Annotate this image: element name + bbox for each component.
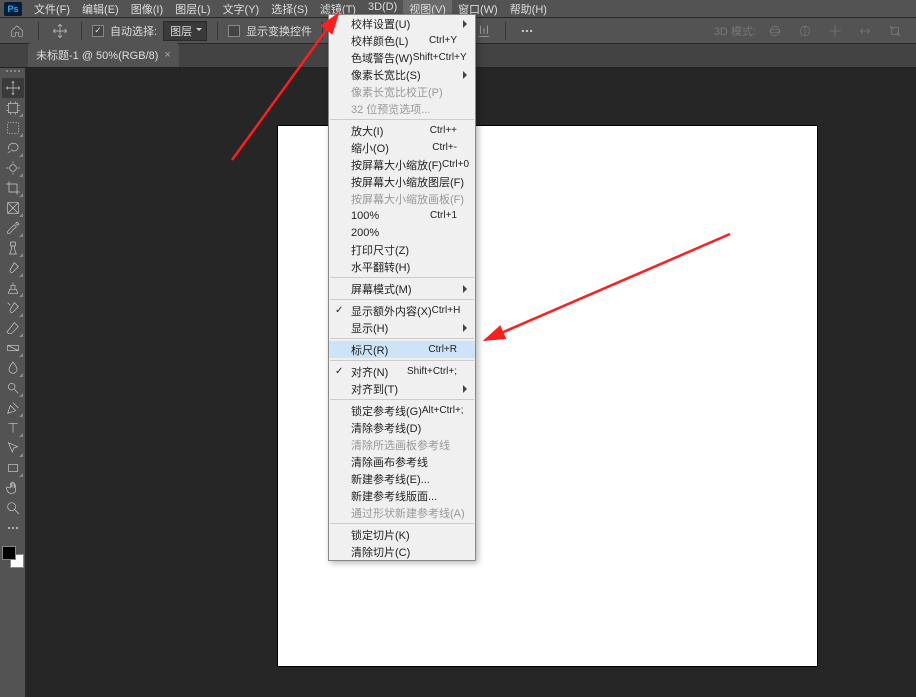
menu-row-按屏幕大小缩放画板: 按屏幕大小缩放画板(F) <box>329 190 475 207</box>
3d-orbit-icon <box>764 21 786 41</box>
3d-pan-icon <box>824 21 846 41</box>
toolbox-grip-icon[interactable] <box>4 70 22 74</box>
menu-row-缩小[interactable]: 缩小(O)Ctrl+- <box>329 139 475 156</box>
menu-row-清除所选画板参考线: 清除所选画板参考线 <box>329 436 475 453</box>
menu-row-清除参考线[interactable]: 清除参考线(D) <box>329 419 475 436</box>
menu-row-打印尺寸[interactable]: 打印尺寸(Z) <box>329 241 475 258</box>
menu-row-对齐[interactable]: ✓对齐(N)Shift+Ctrl+; <box>329 363 475 380</box>
3d-slide-icon <box>854 21 876 41</box>
path-select-tool[interactable] <box>2 438 24 458</box>
crop-tool[interactable] <box>2 178 24 198</box>
menu-row-按屏幕大小缩放图层[interactable]: 按屏幕大小缩放图层(F) <box>329 173 475 190</box>
auto-select-checkbox[interactable] <box>92 25 104 37</box>
artboard-tool[interactable] <box>2 98 24 118</box>
menu-item-帮助[interactable]: 帮助(H) <box>504 0 553 19</box>
zoom-tool[interactable] <box>2 498 24 518</box>
menu-row-锁定参考线[interactable]: 锁定参考线(G)Alt+Ctrl+; <box>329 402 475 419</box>
app-logo: Ps <box>4 2 22 16</box>
menu-row-像素长宽比[interactable]: 像素长宽比(S) <box>329 66 475 83</box>
view-menu-dropdown: 校样设置(U)校样颜色(L)Ctrl+Y色域警告(W)Shift+Ctrl+Y像… <box>328 14 476 561</box>
eraser-tool[interactable] <box>2 318 24 338</box>
type-tool[interactable] <box>2 418 24 438</box>
foreground-swatch[interactable] <box>2 546 16 560</box>
menu-row-通过形状新建参考线: 通过形状新建参考线(A) <box>329 504 475 521</box>
menu-row-清除切片[interactable]: 清除切片(C) <box>329 543 475 560</box>
menu-row-清除画布参考线[interactable]: 清除画布参考线 <box>329 453 475 470</box>
menu-item-图层[interactable]: 图层(L) <box>169 0 216 19</box>
move-tool-icon[interactable] <box>49 21 71 41</box>
dodge-tool[interactable] <box>2 378 24 398</box>
rect-marquee-tool[interactable] <box>2 118 24 138</box>
menu-row-对齐到[interactable]: 对齐到(T) <box>329 380 475 397</box>
menu-row-标尺[interactable]: 标尺(R)Ctrl+R <box>329 341 475 358</box>
menu-item-选择[interactable]: 选择(S) <box>265 0 314 19</box>
brush-tool[interactable] <box>2 258 24 278</box>
auto-select-target-combo[interactable]: 图层 <box>163 21 207 41</box>
menu-row-200%[interactable]: 200% <box>329 224 475 241</box>
close-tab-icon[interactable]: × <box>164 49 170 61</box>
menu-row-色域警告[interactable]: 色域警告(W)Shift+Ctrl+Y <box>329 49 475 66</box>
menu-row-校样设置[interactable]: 校样设置(U) <box>329 15 475 32</box>
menu-row-32 位预览选项: 32 位预览选项... <box>329 100 475 117</box>
3d-scale-icon <box>884 21 906 41</box>
menu-row-按屏幕大小缩放[interactable]: 按屏幕大小缩放(F)Ctrl+0 <box>329 156 475 173</box>
show-transform-checkbox[interactable] <box>228 25 240 37</box>
toolbox <box>0 68 26 697</box>
menu-row-水平翻转[interactable]: 水平翻转(H) <box>329 258 475 275</box>
edit-toolbar[interactable] <box>2 518 24 538</box>
hand-tool[interactable] <box>2 478 24 498</box>
3d-roll-icon <box>794 21 816 41</box>
menu-row-锁定切片[interactable]: 锁定切片(K) <box>329 526 475 543</box>
menu-item-编辑[interactable]: 编辑(E) <box>76 0 125 19</box>
home-icon[interactable] <box>6 21 28 41</box>
pen-tool[interactable] <box>2 398 24 418</box>
gradient-tool[interactable] <box>2 338 24 358</box>
menu-row-显示[interactable]: 显示(H) <box>329 319 475 336</box>
show-transform-label: 显示变换控件 <box>246 23 312 39</box>
mode-3d-label: 3D 模式: <box>714 23 756 39</box>
align-bottom-icon[interactable] <box>473 21 495 41</box>
lasso-tool[interactable] <box>2 138 24 158</box>
document-tab-title: 未标题-1 @ 50%(RGB/8) <box>36 47 158 63</box>
menu-row-放大[interactable]: 放大(I)Ctrl++ <box>329 122 475 139</box>
menu-row-100%[interactable]: 100%Ctrl+1 <box>329 207 475 224</box>
clone-stamp-tool[interactable] <box>2 278 24 298</box>
quick-select-tool[interactable] <box>2 158 24 178</box>
menu-item-图像[interactable]: 图像(I) <box>125 0 169 19</box>
frame-tool[interactable] <box>2 198 24 218</box>
rectangle-tool[interactable] <box>2 458 24 478</box>
move-tool[interactable] <box>2 78 24 98</box>
blur-tool[interactable] <box>2 358 24 378</box>
document-tab[interactable]: 未标题-1 @ 50%(RGB/8) × <box>28 43 179 67</box>
menu-item-文字[interactable]: 文字(Y) <box>217 0 266 19</box>
color-swatches[interactable] <box>2 546 24 568</box>
menu-row-新建参考线版面[interactable]: 新建参考线版面... <box>329 487 475 504</box>
history-brush-tool[interactable] <box>2 298 24 318</box>
menu-row-显示额外内容[interactable]: ✓显示额外内容(X)Ctrl+H <box>329 302 475 319</box>
auto-select-label: 自动选择: <box>110 23 157 39</box>
spot-heal-tool[interactable] <box>2 238 24 258</box>
eyedropper-tool[interactable] <box>2 218 24 238</box>
more-options-icon[interactable] <box>516 21 538 41</box>
menu-row-屏幕模式[interactable]: 屏幕模式(M) <box>329 280 475 297</box>
menu-row-像素长宽比校正: 像素长宽比校正(P) <box>329 83 475 100</box>
menu-item-文件[interactable]: 文件(F) <box>28 0 76 19</box>
menu-row-校样颜色[interactable]: 校样颜色(L)Ctrl+Y <box>329 32 475 49</box>
menu-row-新建参考线[interactable]: 新建参考线(E)... <box>329 470 475 487</box>
